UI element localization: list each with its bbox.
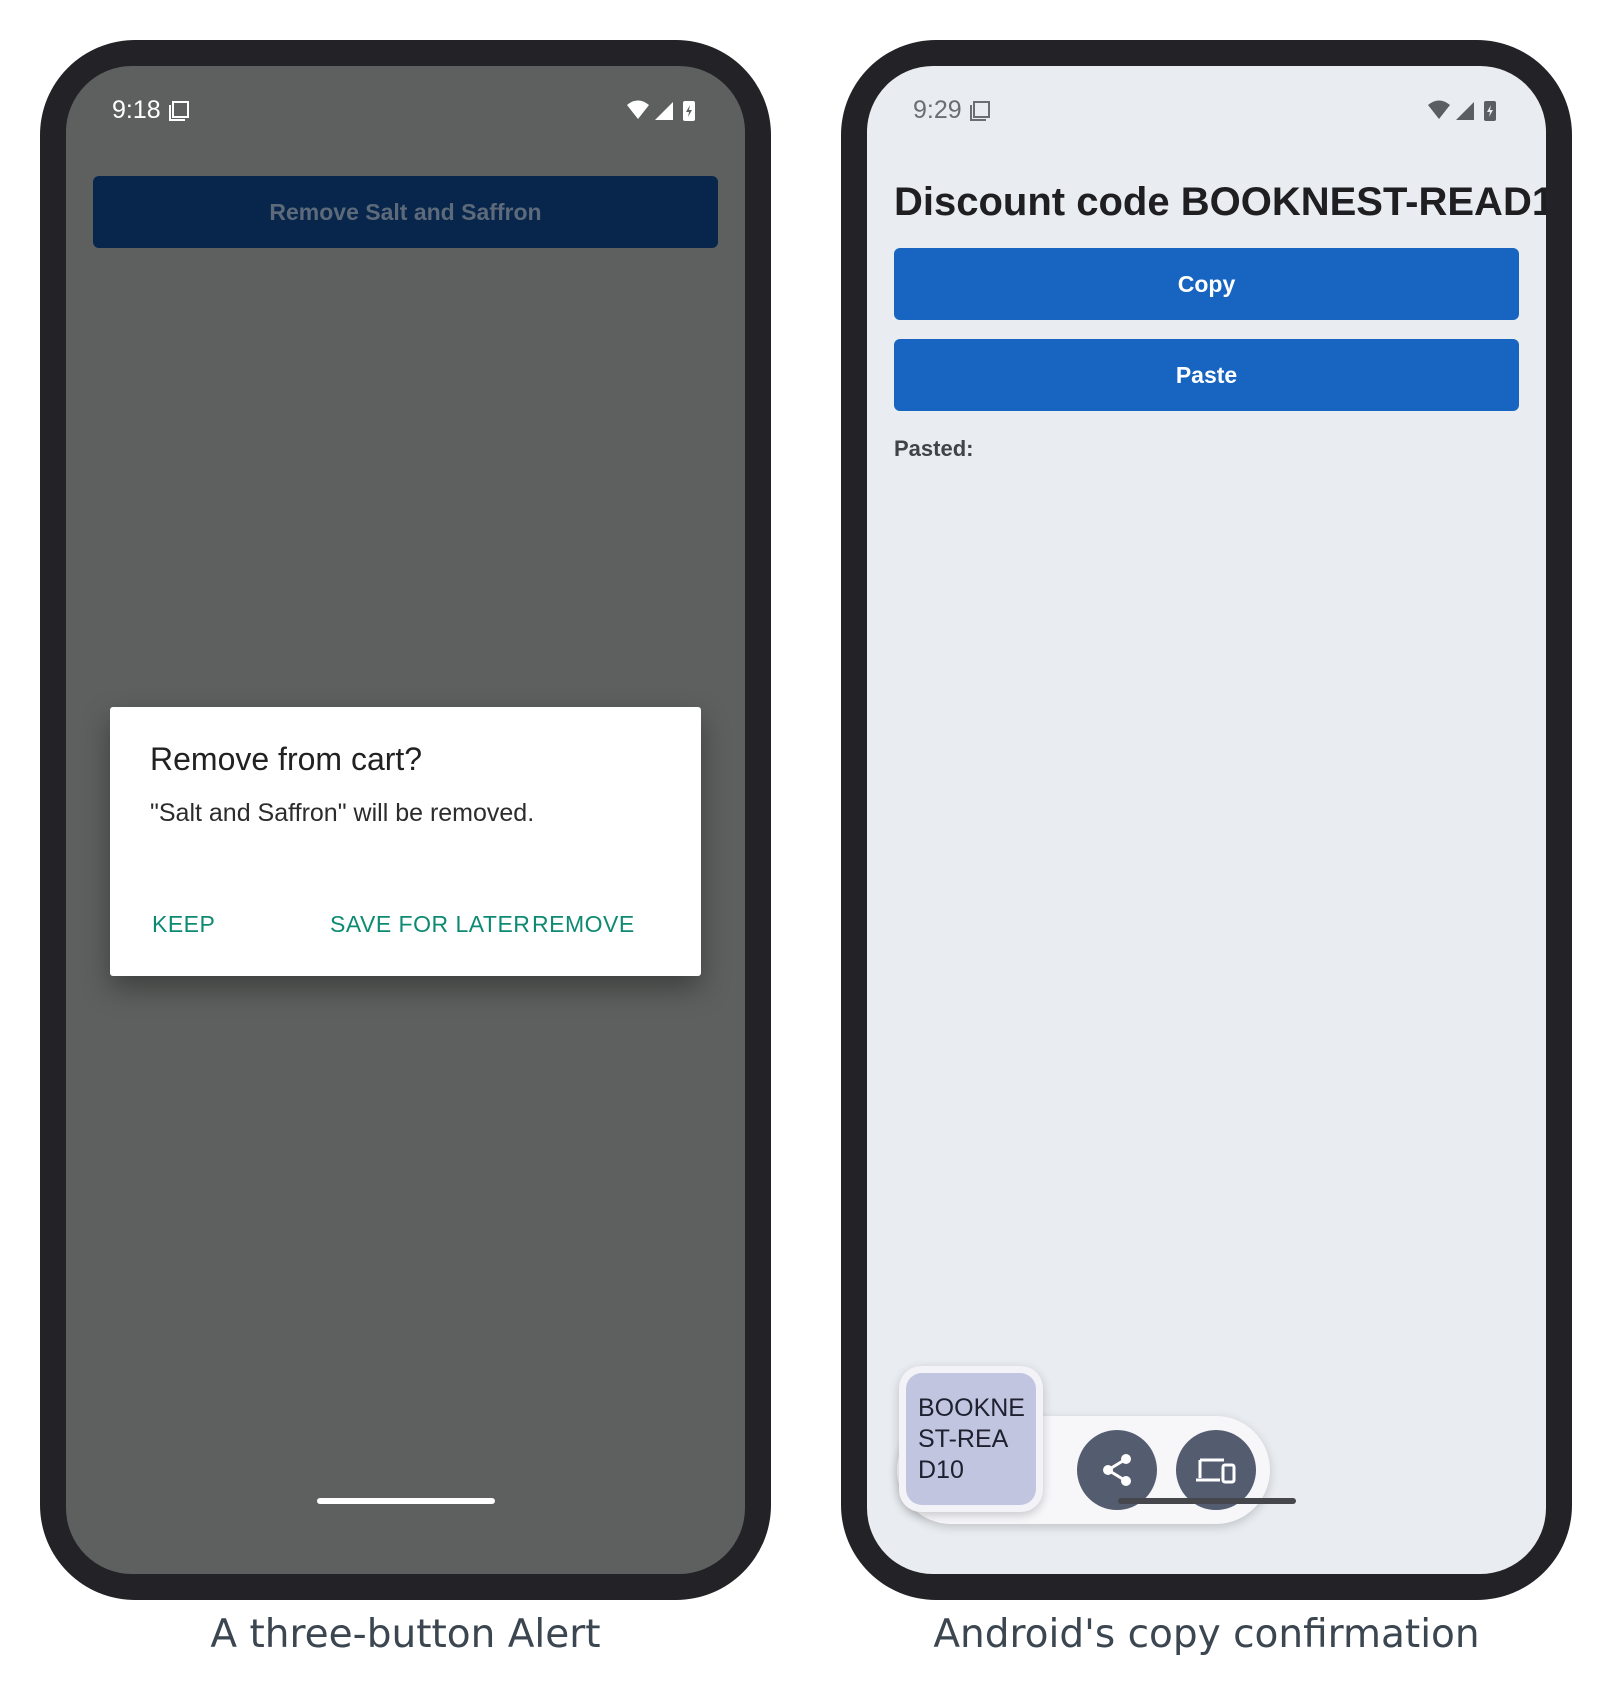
remove-item-button: Remove Salt and Saffron xyxy=(93,176,718,248)
save-for-later-button[interactable]: SAVE FOR LATER xyxy=(330,911,530,938)
dialog-title: Remove from cart? xyxy=(150,741,423,777)
copy-button[interactable]: Copy xyxy=(894,248,1519,320)
status-time: 9:29 xyxy=(913,96,962,124)
status-time: 9:18 xyxy=(112,96,161,124)
cellular-icon xyxy=(655,102,673,120)
wifi-icon xyxy=(1428,100,1450,119)
status-bar: 9:29 xyxy=(867,66,1546,156)
home-gesture-bar[interactable] xyxy=(317,1498,495,1504)
screen-left: 9:18 Remove Salt and Saffron Remove from… xyxy=(66,66,745,1574)
remove-button[interactable]: REMOVE xyxy=(532,911,635,938)
page-title: Discount code BOOKNEST-READ10 xyxy=(894,180,1546,224)
devices-icon xyxy=(1196,1458,1236,1484)
caption-right: Android's copy confirmation xyxy=(933,1612,1480,1657)
status-icons xyxy=(1428,100,1496,121)
cellular-icon xyxy=(1456,102,1474,120)
screenshot-notification-icon xyxy=(169,101,189,121)
dialog-message: "Salt and Saffron" will be removed. xyxy=(150,799,535,827)
status-bar: 9:18 xyxy=(66,66,745,156)
screen-right: 9:29 Discount code BOOKNEST-READ10 Copy … xyxy=(867,66,1546,1574)
clipboard-preview[interactable]: BOOKNEST-READ10 xyxy=(899,1366,1043,1512)
status-icons xyxy=(627,100,695,121)
phone-frame-right: 9:29 Discount code BOOKNEST-READ10 Copy … xyxy=(841,40,1572,1600)
screenshot-notification-icon xyxy=(970,101,990,121)
keep-button[interactable]: KEEP xyxy=(152,911,215,938)
pasted-label: Pasted: xyxy=(894,436,974,461)
wifi-icon xyxy=(627,100,649,119)
paste-button[interactable]: Paste xyxy=(894,339,1519,411)
phone-frame-left: 9:18 Remove Salt and Saffron Remove from… xyxy=(40,40,771,1600)
alert-dialog: Remove from cart? "Salt and Saffron" wil… xyxy=(110,707,701,976)
caption-left: A three-button Alert xyxy=(210,1612,601,1657)
clipboard-preview-text: BOOKNEST-READ10 xyxy=(906,1373,1036,1505)
home-gesture-bar[interactable] xyxy=(1118,1498,1296,1504)
share-icon xyxy=(1103,1454,1131,1486)
